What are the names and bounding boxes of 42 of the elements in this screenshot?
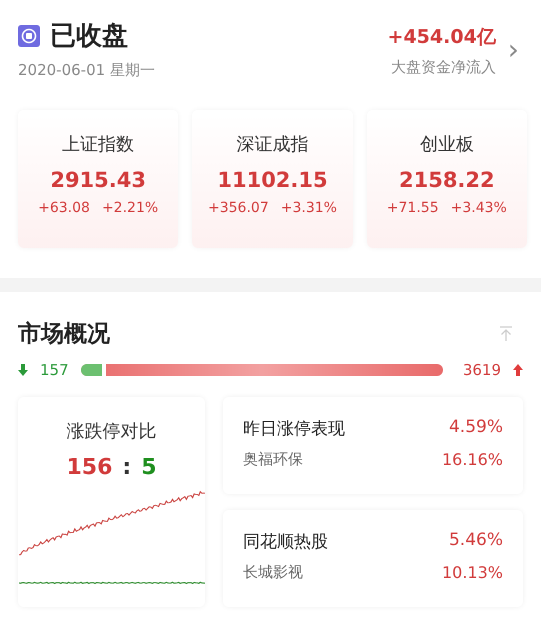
index-name: 深证成指 <box>236 133 308 156</box>
advancers-count: 3619 <box>462 361 501 379</box>
index-change: +63.08 <box>38 200 90 216</box>
net-inflow-label: 大盘资金净流入 <box>390 58 496 76</box>
card-value: 4.59% <box>448 417 503 439</box>
up-arrow-icon <box>513 364 523 376</box>
stat-card[interactable]: 昨日涨停表现 4.59% 奥福环保 16.16% <box>223 397 523 494</box>
limit-card[interactable]: 涨跌停对比 156 : 5 <box>18 397 205 607</box>
stock-name: 奥福环保 <box>243 450 303 469</box>
trade-date: 2020-06-01 星期一 <box>18 61 155 80</box>
index-percent: +3.43% <box>450 200 507 216</box>
index-value: 2158.22 <box>398 168 495 192</box>
index-value: 11102.15 <box>217 168 328 192</box>
index-percent: +2.21% <box>102 200 158 216</box>
index-card[interactable]: 上证指数 2915.43 +63.08 +2.21% <box>18 110 178 248</box>
status-icon <box>18 24 40 46</box>
index-value: 2915.43 <box>50 168 146 192</box>
card-value: 5.46% <box>448 530 503 552</box>
collapse-icon[interactable] <box>499 326 513 342</box>
limit-title: 涨跌停对比 <box>66 420 156 443</box>
index-change: +356.07 <box>208 200 269 216</box>
limit-down-count: 5 <box>141 455 157 480</box>
section-title: 市场概况 <box>18 320 110 349</box>
index-name: 创业板 <box>420 133 474 156</box>
index-percent: +3.31% <box>280 200 337 216</box>
stock-change: 10.13% <box>442 563 503 582</box>
chevron-icon[interactable]: › <box>508 36 519 64</box>
index-card[interactable]: 创业板 2158.22 +71.55 +3.43% <box>366 110 527 248</box>
limit-up-count: 156 <box>66 455 112 480</box>
stock-change: 16.16% <box>442 450 503 469</box>
ratio-separator: : <box>122 455 132 480</box>
net-inflow-value: +454.04亿 <box>388 24 496 50</box>
card-title: 同花顺热股 <box>243 531 328 553</box>
stock-name: 长城影视 <box>243 563 303 582</box>
index-change: +71.55 <box>386 200 439 216</box>
down-arrow-icon <box>18 364 28 376</box>
card-title: 昨日涨停表现 <box>243 418 345 440</box>
index-name: 上证指数 <box>62 133 134 156</box>
market-status: 已收盘 <box>50 20 128 53</box>
stat-card[interactable]: 同花顺热股 5.46% 长城影视 10.13% <box>223 510 523 607</box>
index-card[interactable]: 深证成指 11102.15 +356.07 +3.31% <box>192 110 353 248</box>
decliners-count: 157 <box>40 361 69 379</box>
